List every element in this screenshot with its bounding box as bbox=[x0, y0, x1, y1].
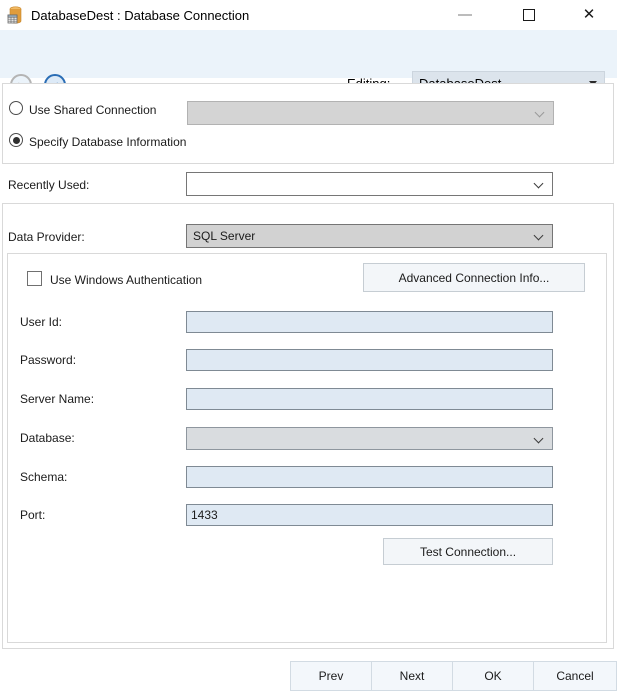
server-name-input[interactable] bbox=[186, 388, 553, 410]
chevron-down-icon bbox=[535, 108, 545, 118]
next-button[interactable]: Next bbox=[371, 661, 453, 691]
ok-button[interactable]: OK bbox=[452, 661, 534, 691]
user-id-input[interactable] bbox=[186, 311, 553, 333]
close-icon[interactable]: ✕ bbox=[580, 5, 598, 23]
password-label: Password: bbox=[20, 353, 76, 367]
database-dropdown[interactable] bbox=[186, 427, 553, 450]
database-table-icon bbox=[6, 6, 25, 24]
advanced-connection-info-button[interactable]: Advanced Connection Info... bbox=[363, 263, 585, 292]
test-connection-button[interactable]: Test Connection... bbox=[383, 538, 553, 565]
connection-mode-group: Use Shared Connection Specify Database I… bbox=[2, 83, 614, 164]
chevron-down-icon bbox=[534, 231, 544, 241]
data-provider-dropdown[interactable]: SQL Server bbox=[186, 224, 553, 248]
prev-button[interactable]: Prev bbox=[290, 661, 372, 691]
schema-label: Schema: bbox=[20, 470, 67, 484]
maximize-icon[interactable] bbox=[523, 9, 535, 21]
shared-connection-dropdown bbox=[187, 101, 554, 125]
radio-use-shared-connection-label: Use Shared Connection bbox=[29, 103, 156, 117]
user-id-label: User Id: bbox=[20, 315, 62, 329]
minimize-icon[interactable] bbox=[458, 14, 472, 16]
cancel-button[interactable]: Cancel bbox=[533, 661, 617, 691]
database-label: Database: bbox=[20, 431, 75, 445]
title-bar: DatabaseDest : Database Connection ✕ bbox=[0, 0, 617, 30]
schema-input[interactable] bbox=[186, 466, 553, 488]
radio-specify-database-information-label: Specify Database Information bbox=[29, 135, 186, 149]
data-provider-label: Data Provider: bbox=[8, 230, 85, 244]
data-provider-value: SQL Server bbox=[193, 229, 255, 243]
radio-use-shared-connection[interactable] bbox=[9, 101, 23, 115]
recently-used-label: Recently Used: bbox=[8, 178, 89, 192]
port-label: Port: bbox=[20, 508, 45, 522]
server-name-label: Server Name: bbox=[20, 392, 94, 406]
use-windows-authentication-label: Use Windows Authentication bbox=[50, 273, 202, 287]
chevron-down-icon bbox=[534, 434, 544, 444]
port-input[interactable] bbox=[186, 504, 553, 526]
use-windows-authentication-checkbox[interactable] bbox=[27, 271, 42, 286]
recently-used-dropdown[interactable] bbox=[186, 172, 553, 196]
radio-specify-database-information[interactable] bbox=[9, 133, 23, 147]
password-input[interactable] bbox=[186, 349, 553, 371]
chevron-down-icon bbox=[534, 179, 544, 189]
navigation-toolbar: ← → Editing: DatabaseDest bbox=[0, 30, 617, 78]
window-title: DatabaseDest : Database Connection bbox=[31, 8, 249, 23]
